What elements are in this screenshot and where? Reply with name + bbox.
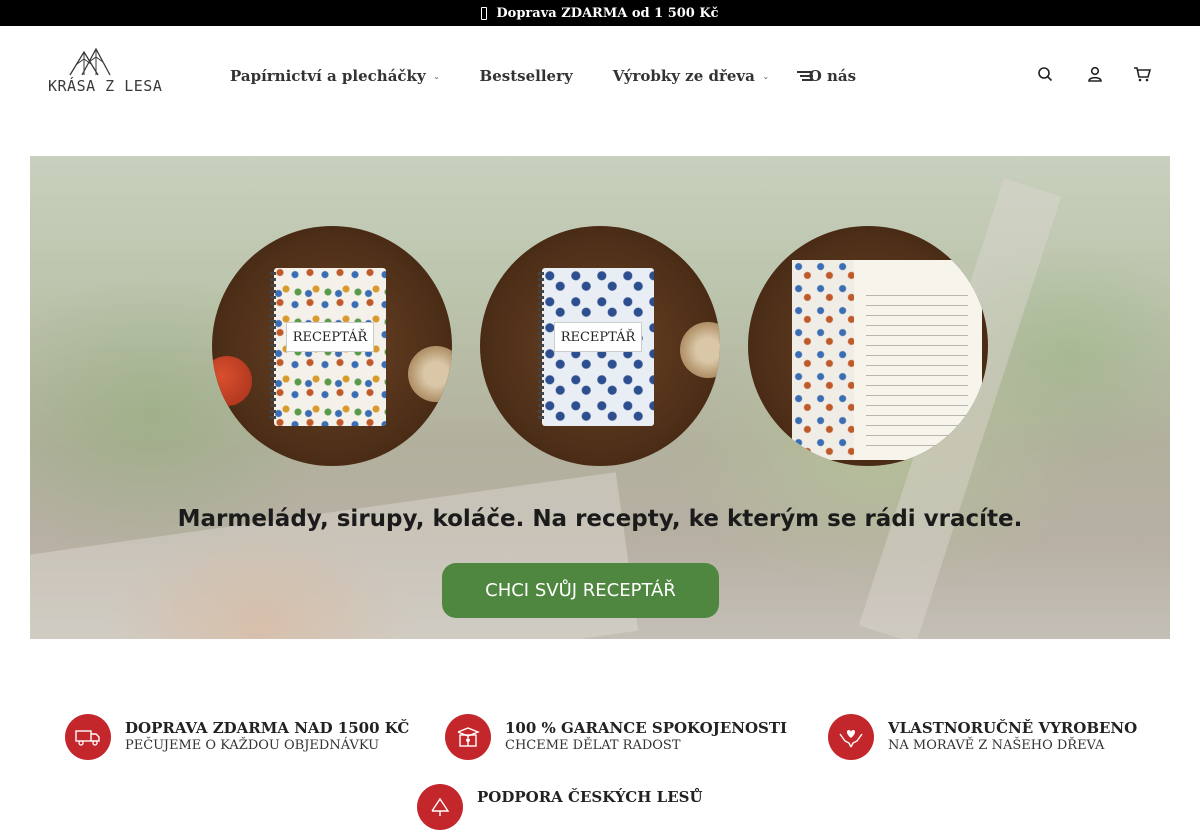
announcement-text: Doprava ZDARMA od 1 500 Kč (496, 5, 719, 21)
nav-item-o-nas[interactable]: O nás (809, 67, 856, 85)
feature-title: PODPORA ČESKÝCH LESŮ (477, 788, 703, 806)
nav-item-label: Bestsellery (479, 67, 573, 85)
nav-item-vyrobky-ze-dreva[interactable]: Výrobky ze dřeva ⌄ (613, 67, 769, 85)
chevron-down-icon: ⌄ (762, 71, 769, 81)
chevron-down-icon: ⌄ (433, 71, 440, 81)
feature-subtitle: CHCEME DĚLAT RADOST (505, 738, 681, 753)
cta-button[interactable]: CHCI SVŮJ RECEPTÁŘ (442, 563, 719, 618)
book-label: RECEPTÁŘ (554, 322, 642, 352)
logo-text: KRÁSA Z LESA (48, 77, 163, 95)
phone-icon (481, 6, 488, 20)
tree-icon (417, 784, 463, 830)
feature-subtitle: PEČUJEME O KAŽDOU OBJEDNÁVKU (125, 738, 380, 753)
menu-lines-icon[interactable] (797, 71, 813, 83)
logo[interactable]: KRÁSA Z LESA (48, 48, 162, 102)
site-header: KRÁSA Z LESA Papírnictví a plecháčky ⌄ B… (0, 26, 1200, 126)
user-icon[interactable] (1087, 66, 1103, 82)
nav-item-label: Výrobky ze dřeva (612, 67, 755, 85)
feature-title: VLASTNORUČNĚ VYROBENO (888, 719, 1138, 737)
book-label: RECEPTÁŘ (286, 322, 374, 352)
search-icon[interactable] (1037, 66, 1053, 82)
feature-handmade: VLASTNORUČNĚ VYROBENO NA MORAVĚ Z NAŠEHO… (828, 714, 1137, 760)
gift-box-icon (445, 714, 491, 760)
feature-subtitle: NA MORAVĚ Z NAŠEHO DŘEVA (888, 738, 1105, 753)
product-image-recipe-book-open[interactable] (748, 226, 988, 466)
feature-title: 100 % GARANCE SPOKOJENOSTI (505, 719, 788, 737)
nav-item-bestsellery[interactable]: Bestsellery (480, 67, 573, 85)
product-image-recipe-book-blue[interactable]: RECEPTÁŘ (480, 226, 720, 466)
product-image-recipe-book-colorful[interactable]: RECEPTÁŘ (212, 226, 452, 466)
feature-forest-support: PODPORA ČESKÝCH LESŮ (417, 784, 703, 830)
nav-item-label: Papírnictví a plecháčky (230, 67, 426, 85)
tree-icon (69, 48, 111, 76)
hero-headline: Marmelády, sirupy, koláče. Na recepty, k… (177, 506, 1023, 532)
feature-title: DOPRAVA ZDARMA NAD 1500 KČ (125, 719, 410, 737)
feature-free-shipping: DOPRAVA ZDARMA NAD 1500 KČ PEČUJEME O KA… (65, 714, 409, 760)
truck-icon (65, 714, 111, 760)
nav-item-papirnictvi[interactable]: Papírnictví a plecháčky ⌄ (230, 67, 440, 85)
nav-item-label: O nás (808, 67, 857, 85)
hero-banner: RECEPTÁŘ RECEPTÁŘ Marmelády, sirupy, kol… (30, 156, 1170, 639)
feature-satisfaction-guarantee: 100 % GARANCE SPOKOJENOSTI CHCEME DĚLAT … (445, 714, 787, 760)
hands-heart-icon (828, 714, 874, 760)
announcement-bar: Doprava ZDARMA od 1 500 Kč (0, 0, 1200, 26)
cart-icon[interactable] (1133, 66, 1151, 82)
